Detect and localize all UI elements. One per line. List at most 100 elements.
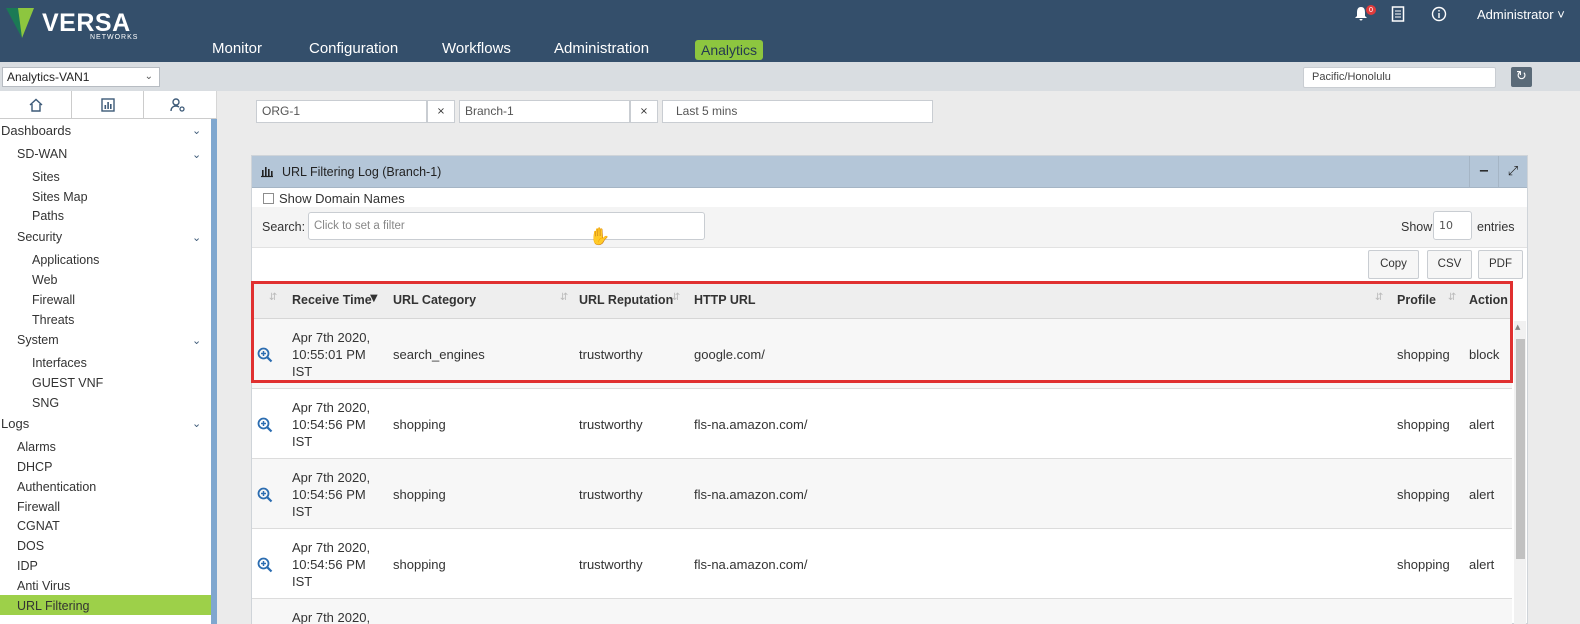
zoom-in-icon[interactable] (257, 347, 273, 363)
chevron-down-icon[interactable]: ⌄ (192, 124, 206, 137)
expand-icon[interactable]: ⤢ (1498, 156, 1527, 188)
table-row[interactable]: Apr 7th 2020, 10:54:56 PM IST shopping t… (252, 529, 1512, 599)
appliance-select-value: Analytics-VAN1 (7, 70, 90, 84)
sort-icon[interactable]: ⇵ (560, 292, 568, 303)
chevron-down-icon[interactable]: ⌄ (192, 231, 206, 244)
org-filter[interactable]: ORG-1 (256, 100, 427, 123)
sidebar-item-sites[interactable]: Sites (32, 170, 60, 184)
scroll-up-icon[interactable]: ▲ (1515, 323, 1520, 331)
table-row[interactable]: Apr 7th 2020, 10:55:01 PM IST search_eng… (252, 319, 1512, 389)
appliance-select[interactable]: Analytics-VAN1 ⌄ (2, 67, 160, 87)
cell-url-reputation: trustworthy (579, 487, 643, 502)
sidebar-item-guest-vnf[interactable]: GUEST VNF (32, 376, 103, 390)
sidebar-dashboards[interactable]: Dashboards (1, 123, 71, 138)
sidebar-item-interfaces[interactable]: Interfaces (32, 356, 87, 370)
show-label: Show (1401, 220, 1433, 234)
sidebar-item-authentication[interactable]: Authentication (17, 480, 96, 494)
url-filtering-log-panel: URL Filtering Log (Branch-1) − ⤢ Show Do… (251, 155, 1528, 624)
column-header-url-category[interactable]: URL Category (393, 293, 476, 307)
sidebar-item-cgnat[interactable]: CGNAT (17, 519, 60, 533)
chevron-down-icon[interactable]: ⌄ (192, 148, 206, 161)
column-header-http-url[interactable]: HTTP URL (694, 293, 756, 307)
cell-profile: shopping (1397, 417, 1450, 432)
time-range-filter[interactable]: Last 5 mins (662, 100, 933, 123)
cell-http-url: fls-na.amazon.com/ (694, 417, 808, 432)
top-navigation-bar: VERSA NETWORKS Monitor Configuration Wor… (0, 0, 1580, 62)
bar-chart-icon (261, 167, 273, 178)
chart-icon[interactable] (72, 91, 144, 119)
panel-title: URL Filtering Log (Branch-1) (282, 165, 442, 179)
pdf-button[interactable]: PDF (1478, 250, 1523, 279)
branch-filter[interactable]: Branch-1 (459, 100, 630, 123)
chevron-down-icon[interactable]: ⌄ (192, 334, 206, 347)
column-header-receive-time[interactable]: Receive Time (292, 293, 372, 307)
cell-url-reputation: trustworthy (579, 417, 643, 432)
sidebar-item-firewall[interactable]: Firewall (32, 293, 75, 307)
search-input[interactable]: Click to set a filter (308, 212, 705, 240)
sidebar-item-paths[interactable]: Paths (32, 209, 64, 223)
cell-receive-time: Apr 7th 2020, 10:55:01 PM IST (292, 330, 371, 379)
info-icon[interactable] (1430, 6, 1448, 24)
sidebar-scrollbar[interactable] (211, 119, 217, 624)
home-icon[interactable] (0, 91, 72, 119)
column-header-profile[interactable]: Profile (1397, 293, 1436, 307)
sidebar-item-alarms[interactable]: Alarms (17, 440, 56, 454)
sidebar-item-idp[interactable]: IDP (17, 559, 38, 573)
table-row[interactable]: Apr 7th 2020, (252, 599, 1512, 624)
sidebar-item-applications[interactable]: Applications (32, 253, 99, 267)
sidebar-item-threats[interactable]: Threats (32, 313, 74, 327)
sort-icon[interactable]: ⇵ (1448, 292, 1456, 303)
nav-workflows[interactable]: Workflows (442, 38, 511, 60)
zoom-in-icon[interactable] (257, 417, 273, 433)
sidebar-system[interactable]: System (17, 333, 59, 347)
sidebar-security[interactable]: Security (17, 230, 62, 244)
zoom-in-icon[interactable] (257, 487, 273, 503)
sidebar-item-anti-virus[interactable]: Anti Virus (17, 579, 70, 593)
cell-receive-time: Apr 7th 2020, 10:54:56 PM IST (292, 470, 371, 519)
cell-action: block (1469, 347, 1500, 362)
clear-org-filter-button[interactable]: × (427, 100, 455, 123)
document-icon[interactable] (1389, 6, 1407, 24)
clear-branch-filter-button[interactable]: × (630, 100, 658, 123)
cell-receive-time: Apr 7th 2020, 10:54:56 PM IST (292, 400, 371, 449)
table-row[interactable]: Apr 7th 2020, 10:54:56 PM IST shopping t… (252, 459, 1512, 529)
csv-button[interactable]: CSV (1427, 250, 1472, 279)
sort-icon[interactable]: ⇵ (672, 292, 680, 303)
cell-action: alert (1469, 417, 1495, 432)
refresh-icon[interactable]: ↻ (1511, 67, 1532, 87)
sidebar-item-firewall-log[interactable]: Firewall (17, 500, 60, 514)
page-length-input[interactable]: 10 (1433, 211, 1472, 240)
zoom-in-icon[interactable] (257, 557, 273, 573)
user-menu[interactable]: Administrator ˅ (1477, 7, 1565, 22)
timezone-select[interactable]: Pacific/Honolulu (1303, 67, 1496, 88)
sidebar-item-url-filtering[interactable]: URL Filtering (17, 599, 89, 613)
sidebar-item-sites-map[interactable]: Sites Map (32, 190, 88, 204)
nav-monitor[interactable]: Monitor (212, 38, 262, 60)
show-domain-names-checkbox[interactable] (263, 193, 274, 204)
sidebar-item-dhcp[interactable]: DHCP (17, 460, 52, 474)
sort-icon[interactable]: ⇵ (1375, 292, 1383, 303)
sidebar-logs[interactable]: Logs (1, 416, 29, 431)
minimize-button[interactable]: − (1469, 156, 1498, 188)
copy-button[interactable]: Copy (1368, 250, 1419, 279)
table-scrollbar-thumb[interactable] (1516, 339, 1525, 559)
nav-analytics[interactable]: Analytics (695, 40, 764, 60)
cell-url-reputation: trustworthy (579, 347, 643, 362)
nav-configuration[interactable]: Configuration (309, 38, 398, 60)
column-header-url-reputation[interactable]: URL Reputation (579, 293, 673, 307)
sidebar-item-web[interactable]: Web (32, 273, 57, 287)
panel-header: URL Filtering Log (Branch-1) − ⤢ (252, 156, 1527, 188)
sidebar-item-dos[interactable]: DOS (17, 539, 44, 553)
sort-desc-icon[interactable]: ▼ (370, 293, 378, 304)
sidebar-sdwan[interactable]: SD-WAN (17, 147, 67, 161)
cell-profile: shopping (1397, 557, 1450, 572)
nav-administration[interactable]: Administration (554, 38, 649, 60)
table-row[interactable]: Apr 7th 2020, 10:54:56 PM IST shopping t… (252, 389, 1512, 459)
column-header-action[interactable]: Action (1469, 293, 1508, 307)
chevron-down-icon[interactable]: ⌄ (192, 417, 206, 430)
user-settings-icon[interactable] (144, 91, 211, 119)
cell-profile: shopping (1397, 487, 1450, 502)
search-label: Search: (262, 220, 306, 234)
sort-icon[interactable]: ⇵ (269, 292, 277, 303)
sidebar-item-sng[interactable]: SNG (32, 396, 59, 410)
